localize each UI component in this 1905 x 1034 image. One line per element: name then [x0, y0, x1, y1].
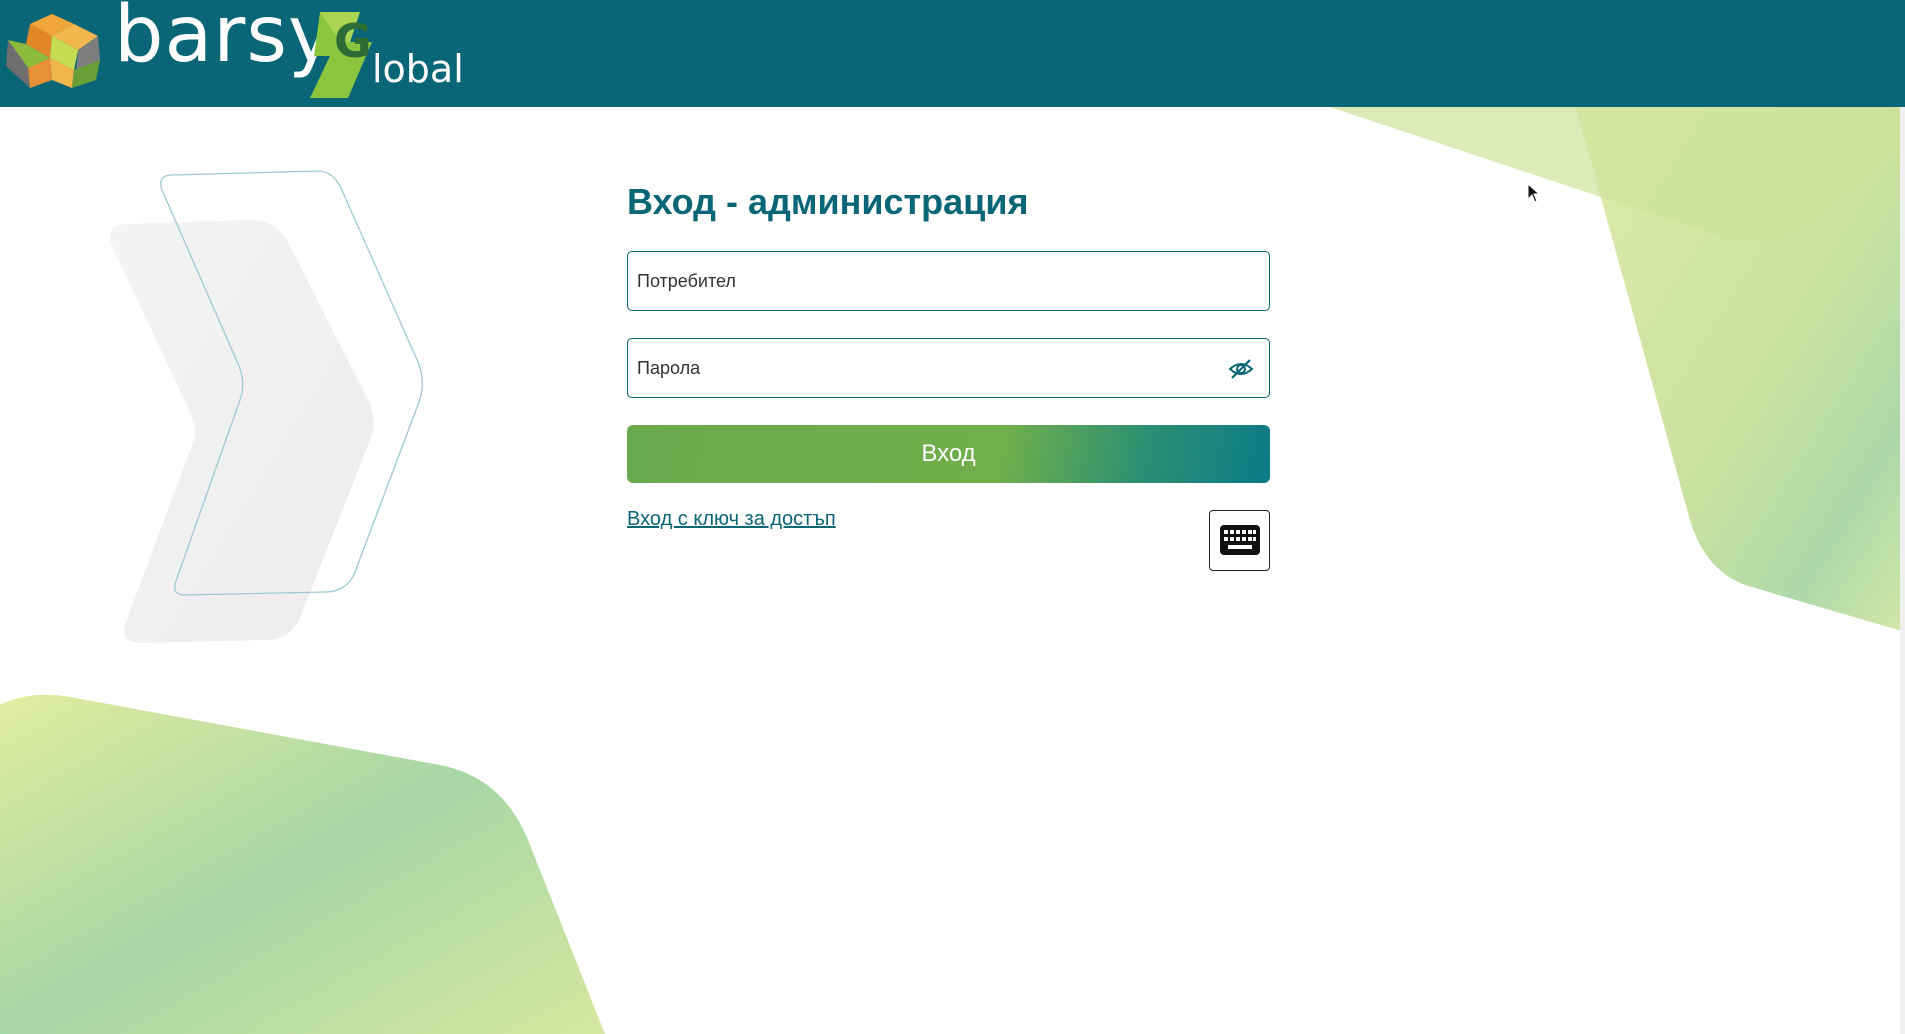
login-form: Вход - администрация Вход Вход с ключ за…	[627, 172, 1270, 571]
left-grey-chevron	[110, 220, 374, 643]
login-button[interactable]: Вход	[627, 425, 1270, 483]
username-input[interactable]	[628, 252, 1269, 310]
logo-text-g: G	[334, 14, 372, 68]
barsy-global-logo[interactable]: barsy G lobal	[4, 0, 464, 102]
mouse-cursor-icon	[1527, 183, 1541, 203]
keyboard-icon	[1220, 525, 1260, 555]
page-title: Вход - администрация	[627, 181, 1029, 222]
virtual-keyboard-button[interactable]	[1209, 510, 1270, 571]
logo-text-lobal: lobal	[372, 47, 464, 91]
login-page: barsy G lobal Вход - администрация Потре…	[0, 0, 1905, 1034]
logo-text-barsy: barsy	[114, 0, 336, 80]
top-header: barsy G lobal	[0, 0, 1905, 107]
eye-slash-icon[interactable]	[1227, 355, 1255, 383]
logo-cube-icon	[6, 14, 100, 88]
background-decorations	[0, 107, 1905, 1034]
password-field-wrapper	[627, 338, 1270, 398]
username-field-wrapper	[627, 251, 1270, 311]
scrollbar-track[interactable]	[1900, 107, 1905, 1034]
password-input[interactable]	[628, 339, 1269, 397]
access-key-login-link[interactable]: Вход с ключ за достъп	[627, 508, 836, 531]
bottom-left-wave	[0, 694, 605, 1034]
